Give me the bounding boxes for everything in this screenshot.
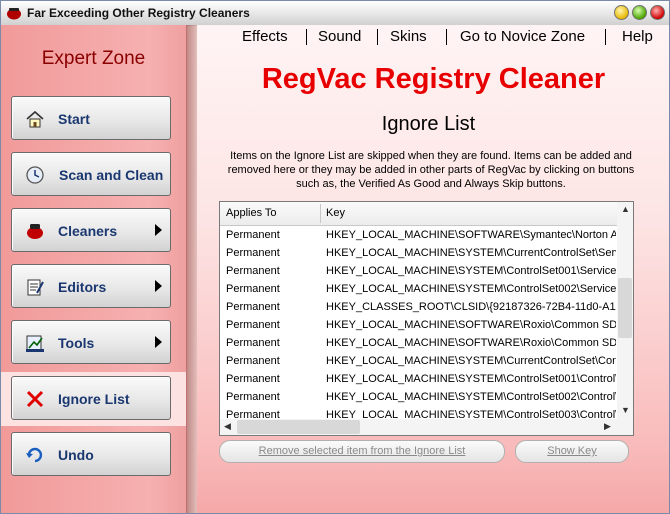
undo-arrow-icon [26, 447, 43, 463]
page-description: Items on the Ignore List are skipped whe… [227, 150, 635, 190]
close-button[interactable] [650, 5, 665, 20]
submenu-arrow-icon [155, 336, 162, 348]
cell-key: HKEY_LOCAL_MACHINE\SOFTWARE\Roxio\Common… [326, 337, 616, 349]
table-row[interactable]: Permanent HKEY_LOCAL_MACHINE\SYSTEM\Curre… [220, 245, 617, 263]
horizontal-scroll-thumb[interactable] [237, 420, 360, 434]
app-title: RegVac Registry Cleaner [261, 63, 606, 95]
house-icon [26, 110, 44, 128]
menu-skins[interactable]: Skins [390, 28, 427, 45]
sidebar-item-label: Editors [58, 279, 107, 295]
sidebar-item-cleaners[interactable]: Cleaners [11, 208, 171, 252]
cell-applies-to: Permanent [226, 355, 280, 367]
toolbox-icon [26, 335, 44, 352]
table-row[interactable]: Permanent HKEY_LOCAL_MACHINE\SOFTWARE\Sym… [220, 227, 617, 245]
maximize-button[interactable] [632, 5, 647, 20]
cell-key: HKEY_LOCAL_MACHINE\SYSTEM\ControlSet002\… [326, 283, 616, 295]
table-header: Applies To Key [220, 202, 617, 226]
cell-applies-to: Permanent [226, 229, 280, 241]
horizontal-scrollbar[interactable]: ◀ ▶ [220, 419, 633, 435]
sidebar-item-undo[interactable]: Undo [11, 432, 171, 476]
column-divider[interactable] [320, 204, 321, 223]
menu-separator [446, 29, 447, 45]
submenu-arrow-icon [155, 224, 162, 236]
remove-ignore-item-button[interactable]: Remove selected item from the Ignore Lis… [219, 440, 505, 463]
window-title: Far Exceeding Other Registry Cleaners [27, 6, 250, 20]
menu-help[interactable]: Help [622, 28, 653, 45]
minimize-button[interactable] [614, 5, 629, 20]
scroll-right-icon[interactable]: ▶ [604, 421, 611, 432]
table-row[interactable]: Permanent HKEY_CLASSES_ROOT\CLSID\{921873… [220, 299, 617, 317]
app-logo-icon [7, 8, 21, 20]
cell-key: HKEY_CLASSES_ROOT\CLSID\{92187326-72B4-1… [326, 301, 616, 313]
vacuum-icon [27, 224, 43, 239]
cell-key: HKEY_LOCAL_MACHINE\SYSTEM\CurrentControl… [326, 355, 616, 367]
show-key-button[interactable]: Show Key [515, 440, 629, 463]
table-row[interactable]: Permanent HKEY_LOCAL_MACHINE\SYSTEM\Contr… [220, 281, 617, 299]
main-panel: Effects Sound Skins Go to Novice Zone He… [197, 25, 669, 513]
title-bar[interactable]: Far Exceeding Other Registry Cleaners [1, 1, 669, 26]
sidebar-item-label: Tools [58, 335, 95, 351]
menu-sound[interactable]: Sound [318, 28, 361, 45]
cell-key: HKEY_LOCAL_MACHINE\SYSTEM\ControlSet001\… [326, 373, 616, 385]
sidebar-item-start[interactable]: Start [11, 96, 171, 140]
red-x-icon [26, 390, 44, 408]
table-row[interactable]: Permanent HKEY_LOCAL_MACHINE\SOFTWARE\Rox… [220, 317, 617, 335]
scroll-down-icon[interactable]: ▼ [621, 405, 630, 415]
app-window: Far Exceeding Other Registry Cleaners Ex… [0, 0, 670, 514]
table-row[interactable]: Permanent HKEY_LOCAL_MACHINE\SYSTEM\Curre… [220, 353, 617, 371]
menu-separator [306, 29, 307, 45]
table-row[interactable]: Permanent HKEY_LOCAL_MACHINE\SYSTEM\Contr… [220, 263, 617, 281]
sidebar-item-label: Ignore List [58, 391, 130, 407]
menu-separator [605, 29, 606, 45]
column-header-applies-to[interactable]: Applies To [226, 207, 277, 219]
sidebar-item-label: Start [58, 111, 90, 127]
menu-go-to-novice-zone[interactable]: Go to Novice Zone [460, 28, 585, 45]
cell-key: HKEY_LOCAL_MACHINE\SYSTEM\ControlSet002\… [326, 391, 616, 403]
scroll-left-icon[interactable]: ◀ [224, 421, 231, 432]
sidebar-item-ignore-list[interactable]: Ignore List [11, 376, 171, 420]
cell-applies-to: Permanent [226, 337, 280, 349]
vertical-scrollbar[interactable]: ▲ ▼ [617, 202, 633, 419]
notepad-icon [27, 279, 44, 296]
cell-applies-to: Permanent [226, 247, 280, 259]
table-row[interactable]: Permanent HKEY_LOCAL_MACHINE\SYSTEM\Contr… [220, 371, 617, 389]
sidebar-item-label: Scan and Clean [59, 167, 164, 183]
cell-key: HKEY_LOCAL_MACHINE\SYSTEM\ControlSet001\… [326, 265, 616, 277]
cell-key: HKEY_LOCAL_MACHINE\SYSTEM\CurrentControl… [326, 247, 616, 259]
sidebar-item-label: Cleaners [58, 223, 118, 239]
table-row[interactable]: Permanent HKEY_LOCAL_MACHINE\SYSTEM\Contr… [220, 389, 617, 407]
cell-applies-to: Permanent [226, 373, 280, 385]
vertical-scroll-thumb[interactable] [618, 278, 632, 338]
cell-key: HKEY_LOCAL_MACHINE\SOFTWARE\Symantec\Nor… [326, 229, 616, 241]
sidebar-item-tools[interactable]: Tools [11, 320, 171, 364]
cell-applies-to: Permanent [226, 283, 280, 295]
sidebar: Expert Zone Start Scan and Clean Cleaner… [1, 25, 187, 513]
cell-applies-to: Permanent [226, 301, 280, 313]
expert-zone-heading: Expert Zone [41, 48, 146, 69]
clock-icon [26, 166, 44, 184]
ignore-list-table[interactable]: Applies To Key Permanent HKEY_LOCAL_MACHI… [219, 201, 634, 436]
column-header-key[interactable]: Key [326, 207, 345, 219]
cell-applies-to: Permanent [226, 391, 280, 403]
table-row[interactable]: Permanent HKEY_LOCAL_MACHINE\SOFTWARE\Rox… [220, 335, 617, 353]
sidebar-shadow [187, 25, 197, 513]
cell-key: HKEY_LOCAL_MACHINE\SOFTWARE\Roxio\Common… [326, 319, 616, 331]
scroll-up-icon[interactable]: ▲ [621, 204, 630, 214]
menu-effects[interactable]: Effects [242, 28, 288, 45]
sidebar-item-editors[interactable]: Editors [11, 264, 171, 308]
sidebar-item-scan-and-clean[interactable]: Scan and Clean [11, 152, 171, 196]
cell-applies-to: Permanent [226, 319, 280, 331]
cell-applies-to: Permanent [226, 265, 280, 277]
menu-separator [377, 29, 378, 45]
page-title: Ignore List [381, 113, 476, 135]
submenu-arrow-icon [155, 280, 162, 292]
sidebar-item-label: Undo [58, 447, 94, 463]
